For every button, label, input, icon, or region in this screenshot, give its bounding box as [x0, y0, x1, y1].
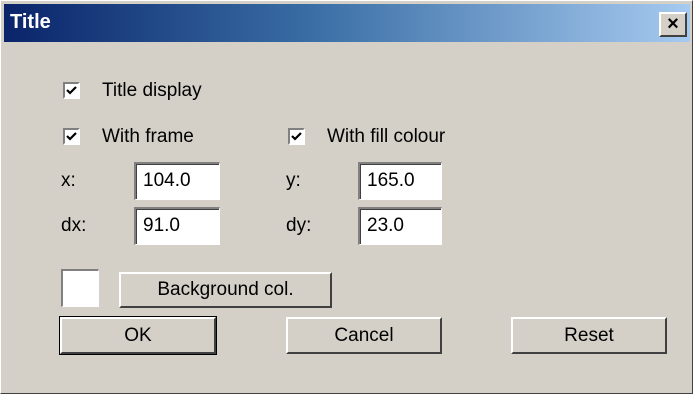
- title-dialog: Title × Title display With frame With fi…: [0, 0, 693, 394]
- dx-input[interactable]: 91.0: [134, 207, 220, 245]
- title-display-checkbox[interactable]: [62, 81, 81, 100]
- with-frame-label: With frame: [102, 126, 194, 147]
- window-title: Title: [10, 11, 51, 33]
- close-icon: ×: [667, 13, 679, 35]
- dy-input[interactable]: 23.0: [358, 207, 442, 245]
- background-colour-button[interactable]: Background col.: [119, 272, 332, 308]
- with-fill-colour-checkbox[interactable]: [287, 127, 306, 146]
- title-bar[interactable]: Title ×: [4, 4, 690, 42]
- reset-button[interactable]: Reset: [511, 317, 667, 354]
- x-label: x:: [61, 170, 76, 191]
- ok-button[interactable]: OK: [59, 316, 217, 355]
- checkmark-icon: [66, 86, 77, 95]
- y-input[interactable]: 165.0: [358, 162, 442, 200]
- title-display-label: Title display: [102, 80, 202, 101]
- background-colour-swatch: [61, 269, 99, 307]
- with-frame-checkbox[interactable]: [62, 127, 81, 146]
- dy-label: dy:: [286, 215, 312, 236]
- dx-label: dx:: [61, 215, 87, 236]
- checkmark-icon: [291, 132, 302, 141]
- y-label: y:: [286, 170, 301, 191]
- close-button[interactable]: ×: [659, 12, 687, 37]
- with-fill-colour-label: With fill colour: [327, 126, 446, 147]
- x-input[interactable]: 104.0: [134, 162, 220, 200]
- cancel-button[interactable]: Cancel: [286, 317, 442, 354]
- checkmark-icon: [66, 132, 77, 141]
